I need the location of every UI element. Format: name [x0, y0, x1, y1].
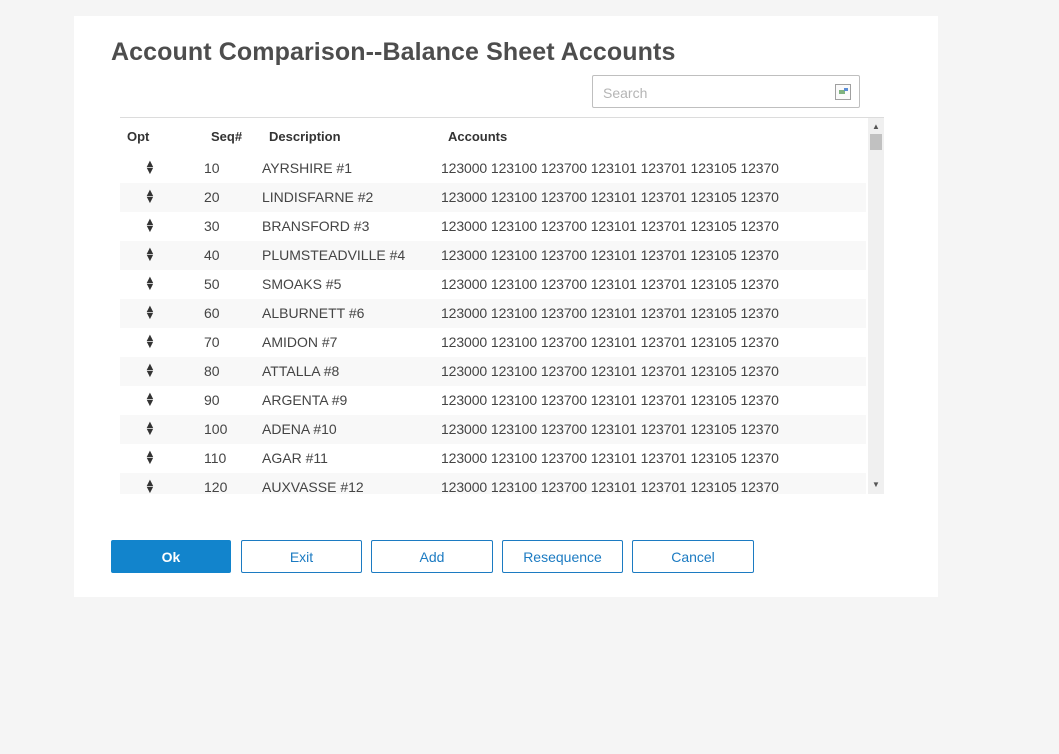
add-button[interactable]: Add: [371, 540, 493, 573]
row-seq: 80: [204, 363, 220, 379]
row-accounts: 123000 123100 123700 123101 123701 12310…: [441, 421, 779, 437]
table-row[interactable]: ▲ ▼ 50 SMOAKS #5 123000 123100 123700 123…: [120, 270, 866, 299]
sort-handle-icon[interactable]: ▲ ▼: [144, 362, 156, 380]
row-description: SMOAKS #5: [262, 276, 342, 292]
row-seq: 10: [204, 160, 220, 176]
header-description[interactable]: Description: [269, 129, 341, 144]
search-box[interactable]: [592, 75, 860, 108]
row-accounts: 123000 123100 123700 123101 123701 12310…: [441, 363, 779, 379]
dialog-panel: Account Comparison--Balance Sheet Accoun…: [74, 16, 938, 597]
row-seq: 100: [204, 421, 228, 437]
table-row[interactable]: ▲ ▼ 100 ADENA #10 123000 123100 123700 12…: [120, 415, 866, 444]
row-description: ALBURNETT #6: [262, 305, 365, 321]
row-description: AUXVASSE #12: [262, 479, 364, 494]
table-row[interactable]: ▲ ▼ 70 AMIDON #7 123000 123100 123700 123…: [120, 328, 866, 357]
table-row[interactable]: ▲ ▼ 20 LINDISFARNE #2 123000 123100 12370…: [120, 183, 866, 212]
row-seq: 110: [204, 450, 227, 466]
row-seq: 30: [204, 218, 220, 234]
row-seq: 20: [204, 189, 220, 205]
row-accounts: 123000 123100 123700 123101 123701 12310…: [441, 218, 779, 234]
ok-button[interactable]: Ok: [111, 540, 231, 573]
cancel-button[interactable]: Cancel: [632, 540, 754, 573]
exit-button[interactable]: Exit: [241, 540, 362, 573]
sort-handle-icon[interactable]: ▲ ▼: [144, 333, 156, 351]
sort-handle-icon[interactable]: ▲ ▼: [144, 391, 156, 409]
row-description: ARGENTA #9: [262, 392, 348, 408]
sort-handle-icon[interactable]: ▲ ▼: [144, 304, 156, 322]
table-row[interactable]: ▲ ▼ 40 PLUMSTEADVILLE #4 123000 123100 12…: [120, 241, 866, 270]
scroll-thumb[interactable]: [870, 134, 882, 150]
table-row[interactable]: ▲ ▼ 120 AUXVASSE #12 123000 123100 123700…: [120, 473, 866, 494]
row-seq: 40: [204, 247, 220, 263]
row-accounts: 123000 123100 123700 123101 123701 12310…: [441, 334, 779, 350]
row-description: PLUMSTEADVILLE #4: [262, 247, 406, 263]
sort-handle-icon[interactable]: ▲ ▼: [144, 188, 156, 206]
sort-handle-icon[interactable]: ▲ ▼: [144, 449, 156, 467]
accounts-grid: Opt Seq# Description Accounts ▲ ▼ 10 AYRS…: [120, 117, 884, 494]
row-accounts: 123000 123100 123700 123101 123701 12310…: [441, 160, 779, 176]
header-seq[interactable]: Seq#: [211, 129, 242, 144]
row-description: ATTALLA #8: [262, 363, 340, 379]
image-icon[interactable]: [835, 84, 851, 100]
sort-handle-icon[interactable]: ▲ ▼: [144, 159, 156, 177]
page-title: Account Comparison--Balance Sheet Accoun…: [111, 38, 676, 66]
grid-scrollbar[interactable]: ▲ ▼: [868, 118, 884, 494]
row-description: AMIDON #7: [262, 334, 338, 350]
row-description: AGAR #11: [262, 450, 328, 466]
row-description: BRANSFORD #3: [262, 218, 370, 234]
row-accounts: 123000 123100 123700 123101 123701 12310…: [441, 189, 779, 205]
row-description: LINDISFARNE #2: [262, 189, 374, 205]
search-input[interactable]: [601, 82, 827, 104]
grid-rows: ▲ ▼ 10 AYRSHIRE #1 123000 123100 123700 1…: [120, 154, 866, 494]
table-row[interactable]: ▲ ▼ 60 ALBURNETT #6 123000 123100 123700 …: [120, 299, 866, 328]
sort-handle-icon[interactable]: ▲ ▼: [144, 478, 156, 495]
header-opt[interactable]: Opt: [127, 129, 149, 144]
scroll-up-arrow-icon[interactable]: ▲: [868, 120, 884, 134]
table-row[interactable]: ▲ ▼ 90 ARGENTA #9 123000 123100 123700 12…: [120, 386, 866, 415]
row-description: AYRSHIRE #1: [262, 160, 352, 176]
row-description: ADENA #10: [262, 421, 337, 437]
table-row[interactable]: ▲ ▼ 30 BRANSFORD #3 123000 123100 123700 …: [120, 212, 866, 241]
row-accounts: 123000 123100 123700 123101 123701 12310…: [441, 305, 779, 321]
grid-header: Opt Seq# Description Accounts: [120, 118, 866, 152]
row-seq: 50: [204, 276, 220, 292]
row-accounts: 123000 123100 123700 123101 123701 12310…: [441, 479, 779, 494]
sort-handle-icon[interactable]: ▲ ▼: [144, 217, 156, 235]
row-accounts: 123000 123100 123700 123101 123701 12310…: [441, 450, 779, 466]
scroll-down-arrow-icon[interactable]: ▼: [868, 478, 884, 492]
sort-handle-icon[interactable]: ▲ ▼: [144, 420, 156, 438]
table-row[interactable]: ▲ ▼ 110 AGAR #11 123000 123100 123700 123…: [120, 444, 866, 473]
table-row[interactable]: ▲ ▼ 80 ATTALLA #8 123000 123100 123700 12…: [120, 357, 866, 386]
row-accounts: 123000 123100 123700 123101 123701 12310…: [441, 276, 779, 292]
row-seq: 60: [204, 305, 220, 321]
row-seq: 70: [204, 334, 220, 350]
resequence-button[interactable]: Resequence: [502, 540, 623, 573]
row-accounts: 123000 123100 123700 123101 123701 12310…: [441, 392, 779, 408]
table-row[interactable]: ▲ ▼ 10 AYRSHIRE #1 123000 123100 123700 1…: [120, 154, 866, 183]
header-accounts[interactable]: Accounts: [448, 129, 507, 144]
row-accounts: 123000 123100 123700 123101 123701 12310…: [441, 247, 779, 263]
row-seq: 90: [204, 392, 220, 408]
sort-handle-icon[interactable]: ▲ ▼: [144, 246, 156, 264]
row-seq: 120: [204, 479, 228, 494]
sort-handle-icon[interactable]: ▲ ▼: [144, 275, 156, 293]
